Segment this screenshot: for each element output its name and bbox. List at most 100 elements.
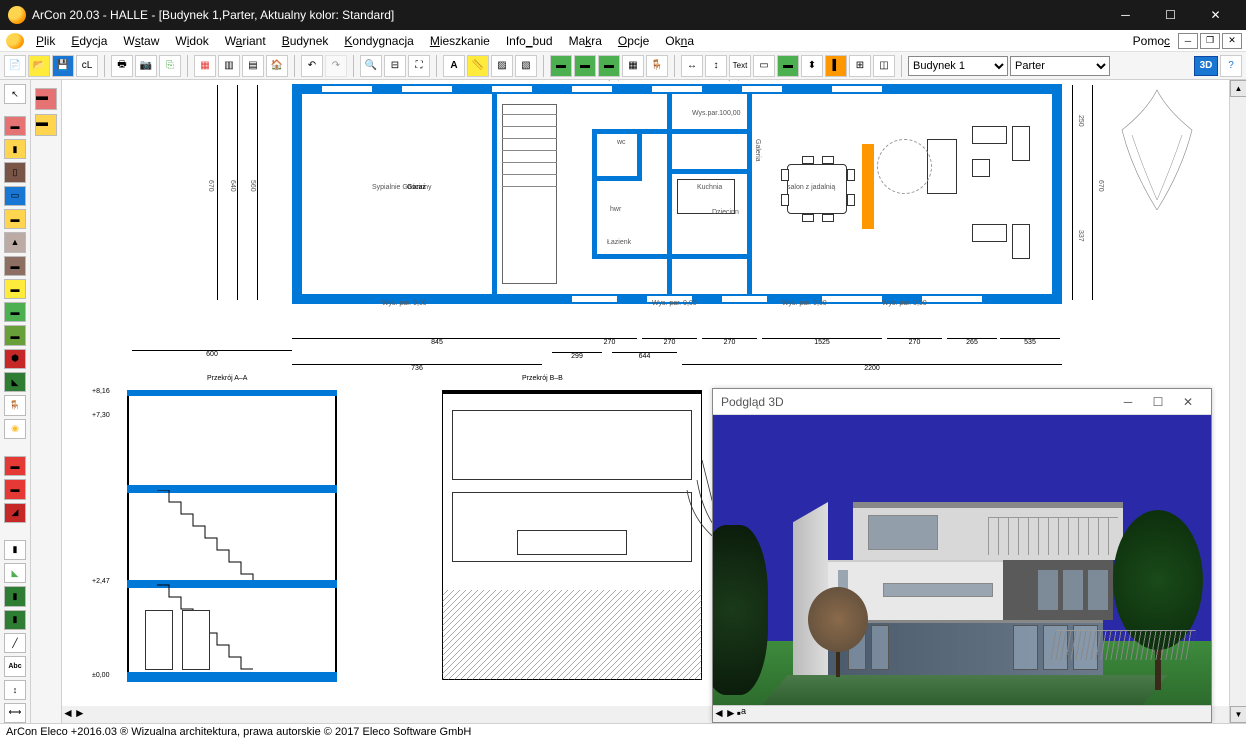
door-tool[interactable]: ▯: [4, 162, 26, 182]
preview-minimize-button[interactable]: ─: [1113, 390, 1143, 414]
camera-button[interactable]: 📷: [135, 55, 157, 77]
scroll-up-button[interactable]: ▲: [1230, 80, 1246, 97]
preview-maximize-button[interactable]: ☐: [1143, 390, 1173, 414]
cross-button[interactable]: ⊞: [849, 55, 871, 77]
plant-tool[interactable]: ⬢: [4, 349, 26, 369]
new-button[interactable]: 📄: [4, 55, 26, 77]
text-tool-button[interactable]: A: [443, 55, 465, 77]
scroll-left-button[interactable]: ◄: [713, 706, 725, 722]
misc-button[interactable]: ◫: [873, 55, 895, 77]
menu-okna[interactable]: Okna: [657, 32, 702, 50]
elev-tool[interactable]: ◣: [4, 563, 26, 583]
tool-green2[interactable]: ▮: [4, 610, 26, 630]
open-button[interactable]: 📂: [28, 55, 50, 77]
hatch2-button[interactable]: ▧: [515, 55, 537, 77]
layout2-button[interactable]: ▥: [218, 55, 240, 77]
text2-button[interactable]: Text: [729, 55, 751, 77]
save-button[interactable]: 💾: [52, 55, 74, 77]
tool-cl-button[interactable]: cL: [76, 55, 98, 77]
menu-budynek[interactable]: Budynek: [274, 32, 337, 50]
layer2-button[interactable]: ▬: [574, 55, 596, 77]
building-combo[interactable]: Budynek 1: [908, 56, 1008, 76]
furniture-button[interactable]: 🪑: [646, 55, 668, 77]
vscroll-track[interactable]: [1230, 97, 1246, 706]
menu-makra[interactable]: Makra: [561, 32, 610, 50]
zoom-out-button[interactable]: ⊟: [384, 55, 406, 77]
scroll-left-button[interactable]: ◄: [62, 706, 74, 723]
zoom-in-button[interactable]: 🔍: [360, 55, 382, 77]
layer1-button[interactable]: ▬: [550, 55, 572, 77]
dim2-button[interactable]: ↕: [705, 55, 727, 77]
tool-green[interactable]: ▮: [4, 586, 26, 606]
slab-tool[interactable]: ▬: [4, 209, 26, 229]
terrain-tool[interactable]: ▬: [4, 325, 26, 345]
menu-wstaw[interactable]: Wstaw: [115, 32, 167, 50]
layer-green-tool[interactable]: ▬: [4, 279, 26, 299]
section-tool[interactable]: ▮: [4, 540, 26, 560]
view3d-button[interactable]: 🏠: [266, 55, 288, 77]
preview-close-button[interactable]: ✕: [1173, 390, 1203, 414]
menu-mieszkanie[interactable]: Mieszkanie: [422, 32, 498, 50]
mdi-minimize-button[interactable]: ─: [1178, 33, 1198, 49]
object-tool[interactable]: ◣: [4, 372, 26, 392]
maximize-button[interactable]: ☐: [1148, 0, 1193, 30]
minimize-button[interactable]: ─: [1103, 0, 1148, 30]
mdi-restore-button[interactable]: ❐: [1200, 33, 1220, 49]
dim-tool[interactable]: ▬: [4, 456, 26, 476]
section1-button[interactable]: ▬: [777, 55, 799, 77]
zoom-fit-button[interactable]: ⛶: [408, 55, 430, 77]
preview-hscrollbar[interactable]: ◄ ► ▪ a: [713, 705, 1211, 722]
box-button[interactable]: ▭: [753, 55, 775, 77]
badge-3d-button[interactable]: 3D: [1194, 56, 1218, 76]
print-button[interactable]: 🖶: [111, 55, 133, 77]
elev-button[interactable]: ⬍: [801, 55, 823, 77]
aux-tool-2[interactable]: ▬: [35, 114, 57, 136]
scroll-right-button[interactable]: ►: [725, 706, 737, 722]
stair-tool[interactable]: ▬: [4, 479, 26, 499]
window-tool[interactable]: ▭: [4, 186, 26, 206]
menu-wariant[interactable]: Wariant: [217, 32, 274, 50]
layout1-button[interactable]: ▦: [194, 55, 216, 77]
aux-tool-1[interactable]: ▬: [35, 88, 57, 110]
light-tool[interactable]: ◉: [4, 419, 26, 439]
roof2-tool[interactable]: ▬: [4, 256, 26, 276]
arrow-tool[interactable]: ↕: [4, 680, 26, 700]
menu-pomoc[interactable]: Pomoc: [1125, 32, 1178, 50]
layout3-button[interactable]: ▤: [242, 55, 264, 77]
help-button[interactable]: ?: [1220, 55, 1242, 77]
menu-infobud[interactable]: Info_bud: [498, 32, 561, 50]
menu-opcje[interactable]: Opcje: [610, 32, 657, 50]
preview-title-bar[interactable]: Podgląd 3D ─ ☐ ✕: [713, 389, 1211, 415]
roof-tool[interactable]: ▲: [4, 232, 26, 252]
cursor-tool[interactable]: ↖: [4, 84, 26, 104]
wall-tool[interactable]: ▬: [4, 116, 26, 136]
ramp-tool[interactable]: ◢: [4, 503, 26, 523]
canvas-vscrollbar[interactable]: ▲ ▼: [1229, 80, 1246, 723]
column-tool[interactable]: ▮: [4, 139, 26, 159]
drawing-canvas[interactable]: Sypialnie Gościnny Garaż hwr wc Łazienk …: [62, 80, 1229, 723]
text-tool[interactable]: Abc: [4, 656, 26, 676]
undo-button[interactable]: ↶: [301, 55, 323, 77]
hatch1-button[interactable]: ▨: [491, 55, 513, 77]
furniture-tool[interactable]: 🪑: [4, 395, 26, 415]
measure-tool[interactable]: ⟷: [4, 703, 26, 723]
scroll-down-button[interactable]: ▼: [1230, 706, 1246, 723]
export-button[interactable]: ⎘: [159, 55, 181, 77]
storey-combo[interactable]: Parter: [1010, 56, 1110, 76]
mdi-close-button[interactable]: ✕: [1222, 33, 1242, 49]
menu-edycja[interactable]: Edycja: [63, 32, 115, 50]
redo-button[interactable]: ↷: [325, 55, 347, 77]
preview-3d-canvas[interactable]: [713, 415, 1211, 705]
grid-button[interactable]: ▦: [622, 55, 644, 77]
wall-button[interactable]: ▌: [825, 55, 847, 77]
scroll-letter-button[interactable]: a: [741, 706, 746, 722]
line-tool[interactable]: ╱: [4, 633, 26, 653]
menu-plik[interactable]: Plik: [28, 32, 63, 50]
dim1-button[interactable]: ↔: [681, 55, 703, 77]
ruler-button[interactable]: 📏: [467, 55, 489, 77]
close-button[interactable]: ✕: [1193, 0, 1238, 30]
scroll-right-button[interactable]: ►: [74, 706, 86, 723]
menu-kondygnacja[interactable]: Kondygnacja: [336, 32, 421, 50]
menu-widok[interactable]: Widok: [167, 32, 216, 50]
layer3-button[interactable]: ▬: [598, 55, 620, 77]
